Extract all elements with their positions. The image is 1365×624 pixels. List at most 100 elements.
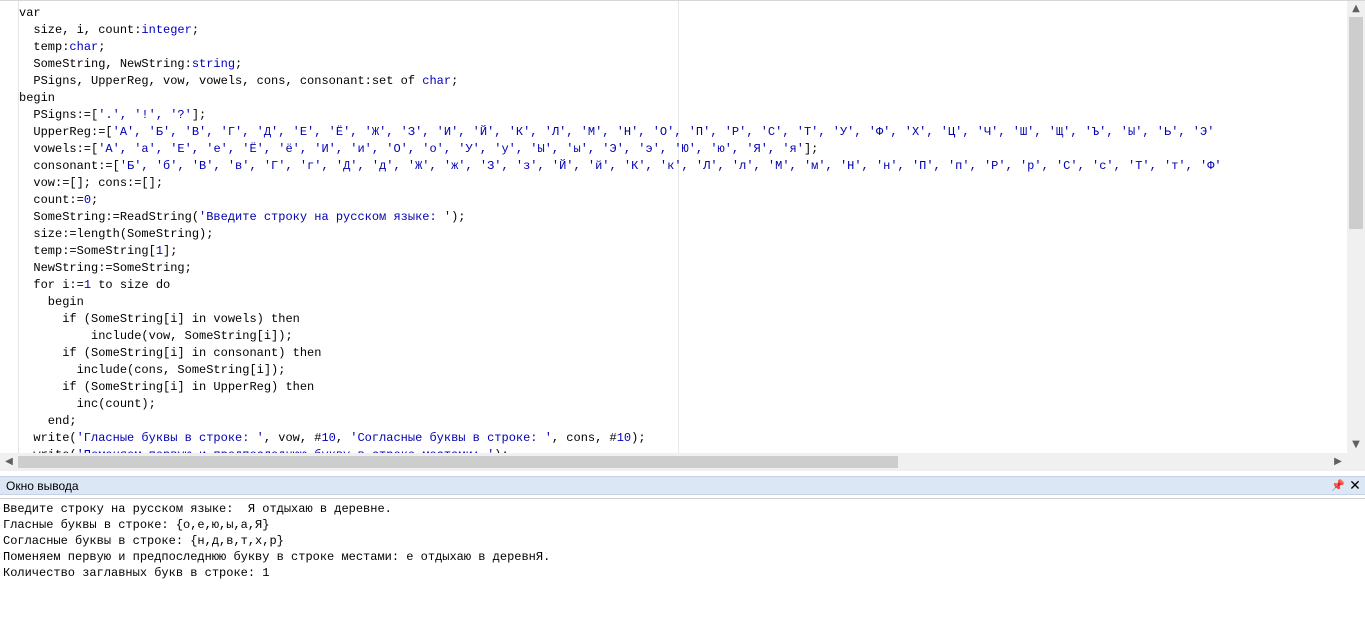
code-line[interactable]: begin xyxy=(19,90,55,107)
code-token: PSigns, UpperReg, vow, vowels, cons, con… xyxy=(19,74,423,88)
code-line[interactable]: PSigns:=['.', '!', '?']; xyxy=(19,107,206,124)
code-token: begin xyxy=(19,295,84,309)
right-margin-line xyxy=(678,1,679,453)
code-line[interactable]: SomeString, NewString:string; xyxy=(19,56,242,73)
code-token: 'А', 'Б', 'В', 'Г', 'Д', 'Е', 'Ё', 'Ж', … xyxy=(112,125,1215,139)
code-line[interactable]: for i:=1 to size do xyxy=(19,277,170,294)
code-token: ; xyxy=(451,74,459,88)
code-token: char xyxy=(69,40,99,54)
code-line[interactable]: if (SomeString[i] in consonant) then xyxy=(19,345,321,362)
code-token: end; xyxy=(19,414,77,428)
horizontal-scroll-thumb[interactable] xyxy=(18,456,898,468)
code-token: SomeString, NewString: xyxy=(19,57,192,71)
scrollbar-corner xyxy=(1347,453,1365,471)
code-token: ]; xyxy=(163,244,178,258)
code-line[interactable]: if (SomeString[i] in vowels) then xyxy=(19,311,300,328)
code-token: ; xyxy=(98,40,106,54)
output-line: Количество заглавных букв в строке: 1 xyxy=(3,566,270,580)
code-token: write( xyxy=(19,431,77,445)
output-line: Поменяем первую и предпоследнюю букву в … xyxy=(3,550,551,564)
code-token: 1 xyxy=(155,244,164,258)
output-line: Согласные буквы в строке: {н,д,в,т,х,р} xyxy=(3,534,284,548)
code-token: include(vow, SomeString[i]); xyxy=(19,329,293,343)
code-token: SomeString:=ReadString( xyxy=(19,210,200,224)
code-token: 'Согласные буквы в строке: ' xyxy=(350,431,552,445)
code-line[interactable]: write('Гласные буквы в строке: ', vow, #… xyxy=(19,430,646,447)
code-token: 1 xyxy=(83,278,92,292)
code-line[interactable]: vow:=[]; cons:=[]; xyxy=(19,175,163,192)
code-token: char xyxy=(422,74,452,88)
output-line: Гласные буквы в строке: {о,е,ю,ы,а,Я} xyxy=(3,518,270,532)
code-line[interactable]: var xyxy=(19,5,41,22)
code-token: ); xyxy=(451,210,466,224)
horizontal-scrollbar[interactable]: ◀ ▶ xyxy=(0,453,1347,471)
output-panel-header: Окно вывода 📌 ✕ xyxy=(0,476,1365,495)
code-token: integer xyxy=(141,23,192,37)
code-editor[interactable]: var size, i, count:integer; temp:char; S… xyxy=(0,0,1365,471)
code-line[interactable]: include(cons, SomeString[i]); xyxy=(19,362,286,379)
code-token: consonant:=[ xyxy=(19,159,120,173)
code-token: for i:= xyxy=(19,278,84,292)
code-token: NewString:=SomeString; xyxy=(19,261,192,275)
code-token: ; xyxy=(235,57,243,71)
code-token: vow:=[]; cons:=[]; xyxy=(19,176,164,190)
code-line[interactable]: begin xyxy=(19,294,84,311)
code-token: '.', '!', '?' xyxy=(98,108,192,122)
code-line[interactable]: temp:char; xyxy=(19,39,105,56)
code-token: 'Б', 'б', 'В', 'в', 'Г', 'г', 'Д', 'д', … xyxy=(119,159,1222,173)
code-line[interactable]: UpperReg:=['А', 'Б', 'В', 'Г', 'Д', 'Е',… xyxy=(19,124,1214,141)
code-token: ]; xyxy=(191,108,207,122)
code-line[interactable]: size:=length(SomeString); xyxy=(19,226,213,243)
code-token: size:=length(SomeString); xyxy=(19,227,214,241)
code-token: ; xyxy=(91,193,99,207)
code-line[interactable]: end; xyxy=(19,413,77,430)
code-token: PSigns:=[ xyxy=(19,108,99,122)
code-token: size, i, count: xyxy=(19,23,142,37)
code-token: 'А', 'а', 'Е', 'е', 'Ё', 'ё', 'И', 'и', … xyxy=(98,142,804,156)
code-token: begin xyxy=(19,91,56,105)
code-token: 'Гласные буквы в строке: ' xyxy=(76,431,264,445)
scroll-left-icon[interactable]: ◀ xyxy=(0,454,18,470)
code-token: string xyxy=(191,57,236,71)
pin-icon[interactable]: 📌 xyxy=(1330,477,1346,495)
code-token: , xyxy=(335,431,351,445)
output-panel-title: Окно вывода xyxy=(6,479,79,493)
code-token: ); xyxy=(631,431,646,445)
code-token: vowels:=[ xyxy=(19,142,99,156)
code-token: 0 xyxy=(83,193,92,207)
code-line[interactable]: if (SomeString[i] in UpperReg) then xyxy=(19,379,314,396)
code-line[interactable]: count:=0; xyxy=(19,192,98,209)
vertical-scroll-thumb[interactable] xyxy=(1349,17,1363,229)
vertical-scrollbar[interactable]: ▲ ▼ xyxy=(1347,1,1365,453)
output-panel-body[interactable]: Введите строку на русском языке: Я отдых… xyxy=(0,498,1365,624)
code-line[interactable]: consonant:=['Б', 'б', 'В', 'в', 'Г', 'г'… xyxy=(19,158,1222,175)
code-line[interactable]: PSigns, UpperReg, vow, vowels, cons, con… xyxy=(19,73,458,90)
code-token: temp: xyxy=(19,40,70,54)
close-icon[interactable]: ✕ xyxy=(1347,477,1363,495)
code-area[interactable]: var size, i, count:integer; temp:char; S… xyxy=(19,1,1347,453)
editor-gutter xyxy=(0,1,19,453)
scroll-right-icon[interactable]: ▶ xyxy=(1329,454,1347,470)
code-token: inc(count); xyxy=(19,397,156,411)
code-line[interactable]: inc(count); xyxy=(19,396,156,413)
code-token: to size do xyxy=(91,278,171,292)
scroll-up-icon[interactable]: ▲ xyxy=(1347,1,1365,17)
code-line[interactable]: NewString:=SomeString; xyxy=(19,260,192,277)
code-line[interactable]: include(vow, SomeString[i]); xyxy=(19,328,293,345)
code-token: 10 xyxy=(616,431,632,445)
code-token: 10 xyxy=(321,431,336,445)
code-line[interactable]: size, i, count:integer; xyxy=(19,22,199,39)
output-line: Введите строку на русском языке: Я отдых… xyxy=(3,502,392,516)
code-line[interactable]: SomeString:=ReadString('Введите строку н… xyxy=(19,209,465,226)
code-line[interactable]: temp:=SomeString[1]; xyxy=(19,243,177,260)
scroll-down-icon[interactable]: ▼ xyxy=(1347,437,1365,453)
code-token: temp:=SomeString[ xyxy=(19,244,156,258)
code-line[interactable]: vowels:=['А', 'а', 'Е', 'е', 'Ё', 'ё', '… xyxy=(19,141,818,158)
code-token: , vow, # xyxy=(263,431,322,445)
code-token: ]; xyxy=(803,142,819,156)
code-token: var xyxy=(19,6,41,20)
code-token: UpperReg:=[ xyxy=(19,125,113,139)
code-token: if (SomeString[i] in UpperReg) then xyxy=(19,380,315,394)
code-token: if (SomeString[i] in vowels) then xyxy=(19,312,300,326)
code-token: count:= xyxy=(19,193,84,207)
